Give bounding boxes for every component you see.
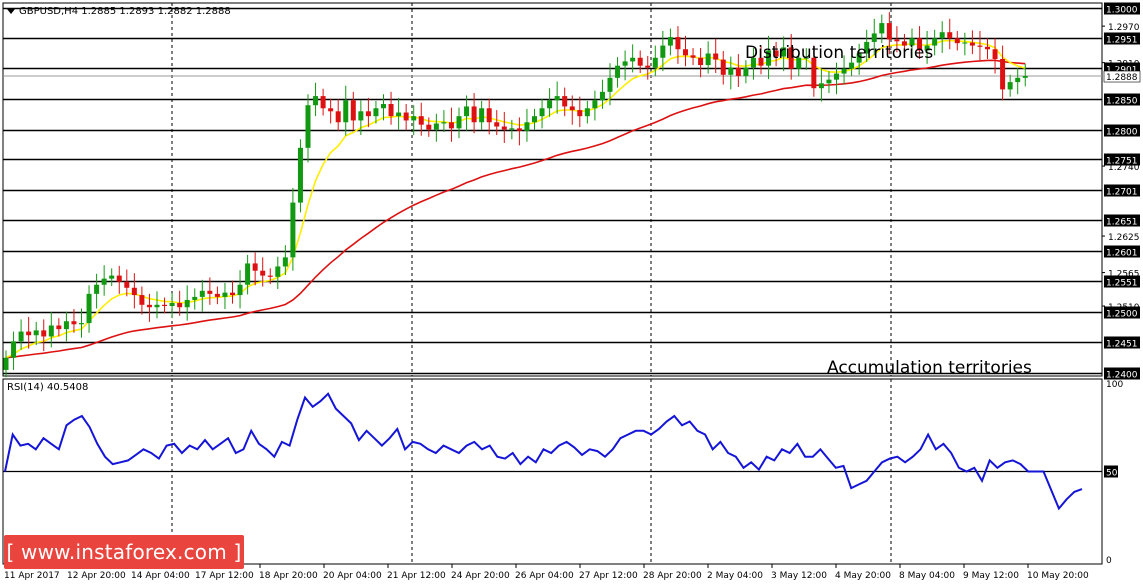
level-price-label: 1.2800 [1104, 124, 1140, 138]
level-price-label: 1.2850 [1104, 93, 1140, 107]
x-tick-label: 17 Apr 12:00 [195, 571, 254, 581]
y-tick-label: 1.2625 [1108, 233, 1140, 243]
symbol-header: GBPUSD,H4 1.2885 1.2893 1.2882 1.2888 [19, 6, 231, 17]
y-tick-label: 1.2565 [1108, 270, 1140, 280]
x-tick-label: 9 May 12:00 [963, 571, 1019, 581]
level-label-text: 1.2451 [1106, 340, 1138, 350]
rsi-tick-label: 100 [1106, 380, 1123, 390]
x-tick-label: 14 Apr 04:00 [131, 571, 190, 581]
x-tick-label: 27 Apr 12:00 [579, 571, 638, 581]
rsi-tick-label: 50 [1106, 469, 1118, 479]
level-price-label: 1.2400 [1104, 367, 1140, 381]
chart-root: 1.30001.29511.29011.28501.28001.27511.27… [2, 2, 1141, 581]
x-tick-label: 12 Apr 20:00 [67, 571, 126, 581]
x-tick-label: 26 Apr 04:00 [515, 571, 574, 581]
rsi-header: RSI(14) 40.5408 [7, 382, 88, 393]
y-tick-label: 1.2510 [1108, 303, 1140, 313]
price-panel [2, 2, 1103, 377]
x-tick-label: 11 Apr 2017 [4, 571, 60, 581]
x-tick-label: 28 Apr 20:00 [643, 571, 702, 581]
level-label-text: 1.2850 [1106, 97, 1138, 107]
level-label-text: 1.2551 [1106, 279, 1138, 289]
level-label-text: 1.2951 [1106, 36, 1138, 46]
accumulation-annotation: Accumulation territories [827, 358, 1032, 378]
current-price-label: 1.2888 [1103, 70, 1141, 83]
level-price-label: 1.2601 [1104, 245, 1140, 259]
x-tick-label: 21 Apr 12:00 [387, 571, 446, 581]
x-tick-label: 4 May 20:00 [835, 571, 891, 581]
level-price-label: 1.3000 [1104, 2, 1140, 16]
rsi-tick-label: 0 [1106, 556, 1112, 566]
level-label-text: 1.2400 [1106, 371, 1138, 381]
current-price-text: 1.2888 [1106, 73, 1138, 83]
level-price-label: 1.2451 [1104, 336, 1140, 350]
distribution-annotation: Distribution territories [745, 43, 933, 63]
level-price-label: 1.2651 [1104, 214, 1140, 228]
x-tick-label: 3 May 12:00 [771, 571, 827, 581]
x-tick-label: 8 May 04:00 [899, 571, 955, 581]
level-label-text: 1.2800 [1106, 128, 1138, 138]
rsi-level-label: 50 [1104, 465, 1118, 479]
level-label-text: 1.2701 [1106, 188, 1138, 198]
level-label-text: 1.2651 [1106, 218, 1138, 228]
level-label-text: 1.3000 [1106, 6, 1138, 16]
level-price-label: 1.2701 [1104, 184, 1140, 198]
x-tick-label: 18 Apr 20:00 [259, 571, 318, 581]
level-price-label: 1.2951 [1104, 32, 1140, 46]
x-tick-label: 24 Apr 20:00 [451, 571, 510, 581]
y-tick-label: 1.2910 [1108, 60, 1140, 70]
y-tick-label: 1.2970 [1108, 23, 1140, 33]
x-tick-label: 10 May 20:00 [1027, 571, 1089, 581]
x-tick-label: 2 May 04:00 [707, 571, 763, 581]
candle [297, 139, 303, 213]
y-tick-label: 1.2740 [1108, 163, 1140, 173]
x-tick-label: 20 Apr 04:00 [323, 571, 382, 581]
watermark-logo[interactable]: [ www.instaforex.com ] [4, 535, 244, 569]
level-label-text: 1.2601 [1106, 249, 1138, 259]
